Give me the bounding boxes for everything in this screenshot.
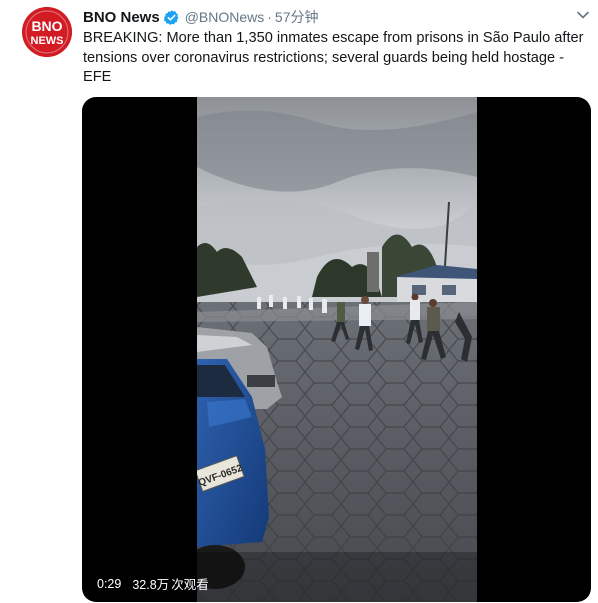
video-player[interactable]: QVF-0652 0:29 32.8万 次观看 xyxy=(82,97,591,602)
tweet-card[interactable]: BNO NEWS BNO News @BNONews · 57分钟 BREAKI… xyxy=(0,0,598,603)
view-count: 32.8万 xyxy=(132,578,170,592)
avatar-text-top: BNO xyxy=(31,18,62,34)
tweet-text: BREAKING: More than 1,350 inmates escape… xyxy=(83,30,584,85)
verified-badge-icon xyxy=(163,9,180,26)
bno-logo-icon: BNO NEWS xyxy=(22,7,72,57)
tweet-header: BNO News @BNONews · 57分钟 xyxy=(83,7,319,27)
user-handle[interactable]: @BNONews xyxy=(185,9,265,25)
avatar[interactable]: BNO NEWS xyxy=(22,7,72,57)
video-duration: 0:29 xyxy=(97,576,122,591)
video-meta: 0:29 32.8万 次观看 xyxy=(97,574,209,593)
separator-dot: · xyxy=(267,9,272,25)
display-name[interactable]: BNO News xyxy=(83,9,160,26)
timestamp[interactable]: 57分钟 xyxy=(275,7,319,27)
video-frame[interactable]: QVF-0652 xyxy=(197,97,477,602)
view-count-suffix: 次观看 xyxy=(171,578,209,592)
chevron-down-icon[interactable] xyxy=(574,6,592,24)
avatar-text-bottom: NEWS xyxy=(31,35,64,47)
